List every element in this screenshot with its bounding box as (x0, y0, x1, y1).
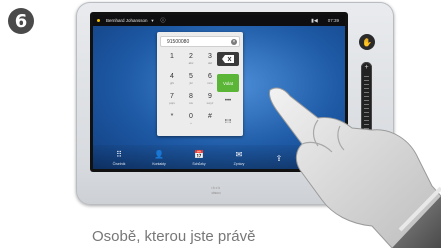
pointing-hand-image (269, 87, 441, 248)
caption-text: Osobě, kterou jste právě (92, 228, 256, 245)
